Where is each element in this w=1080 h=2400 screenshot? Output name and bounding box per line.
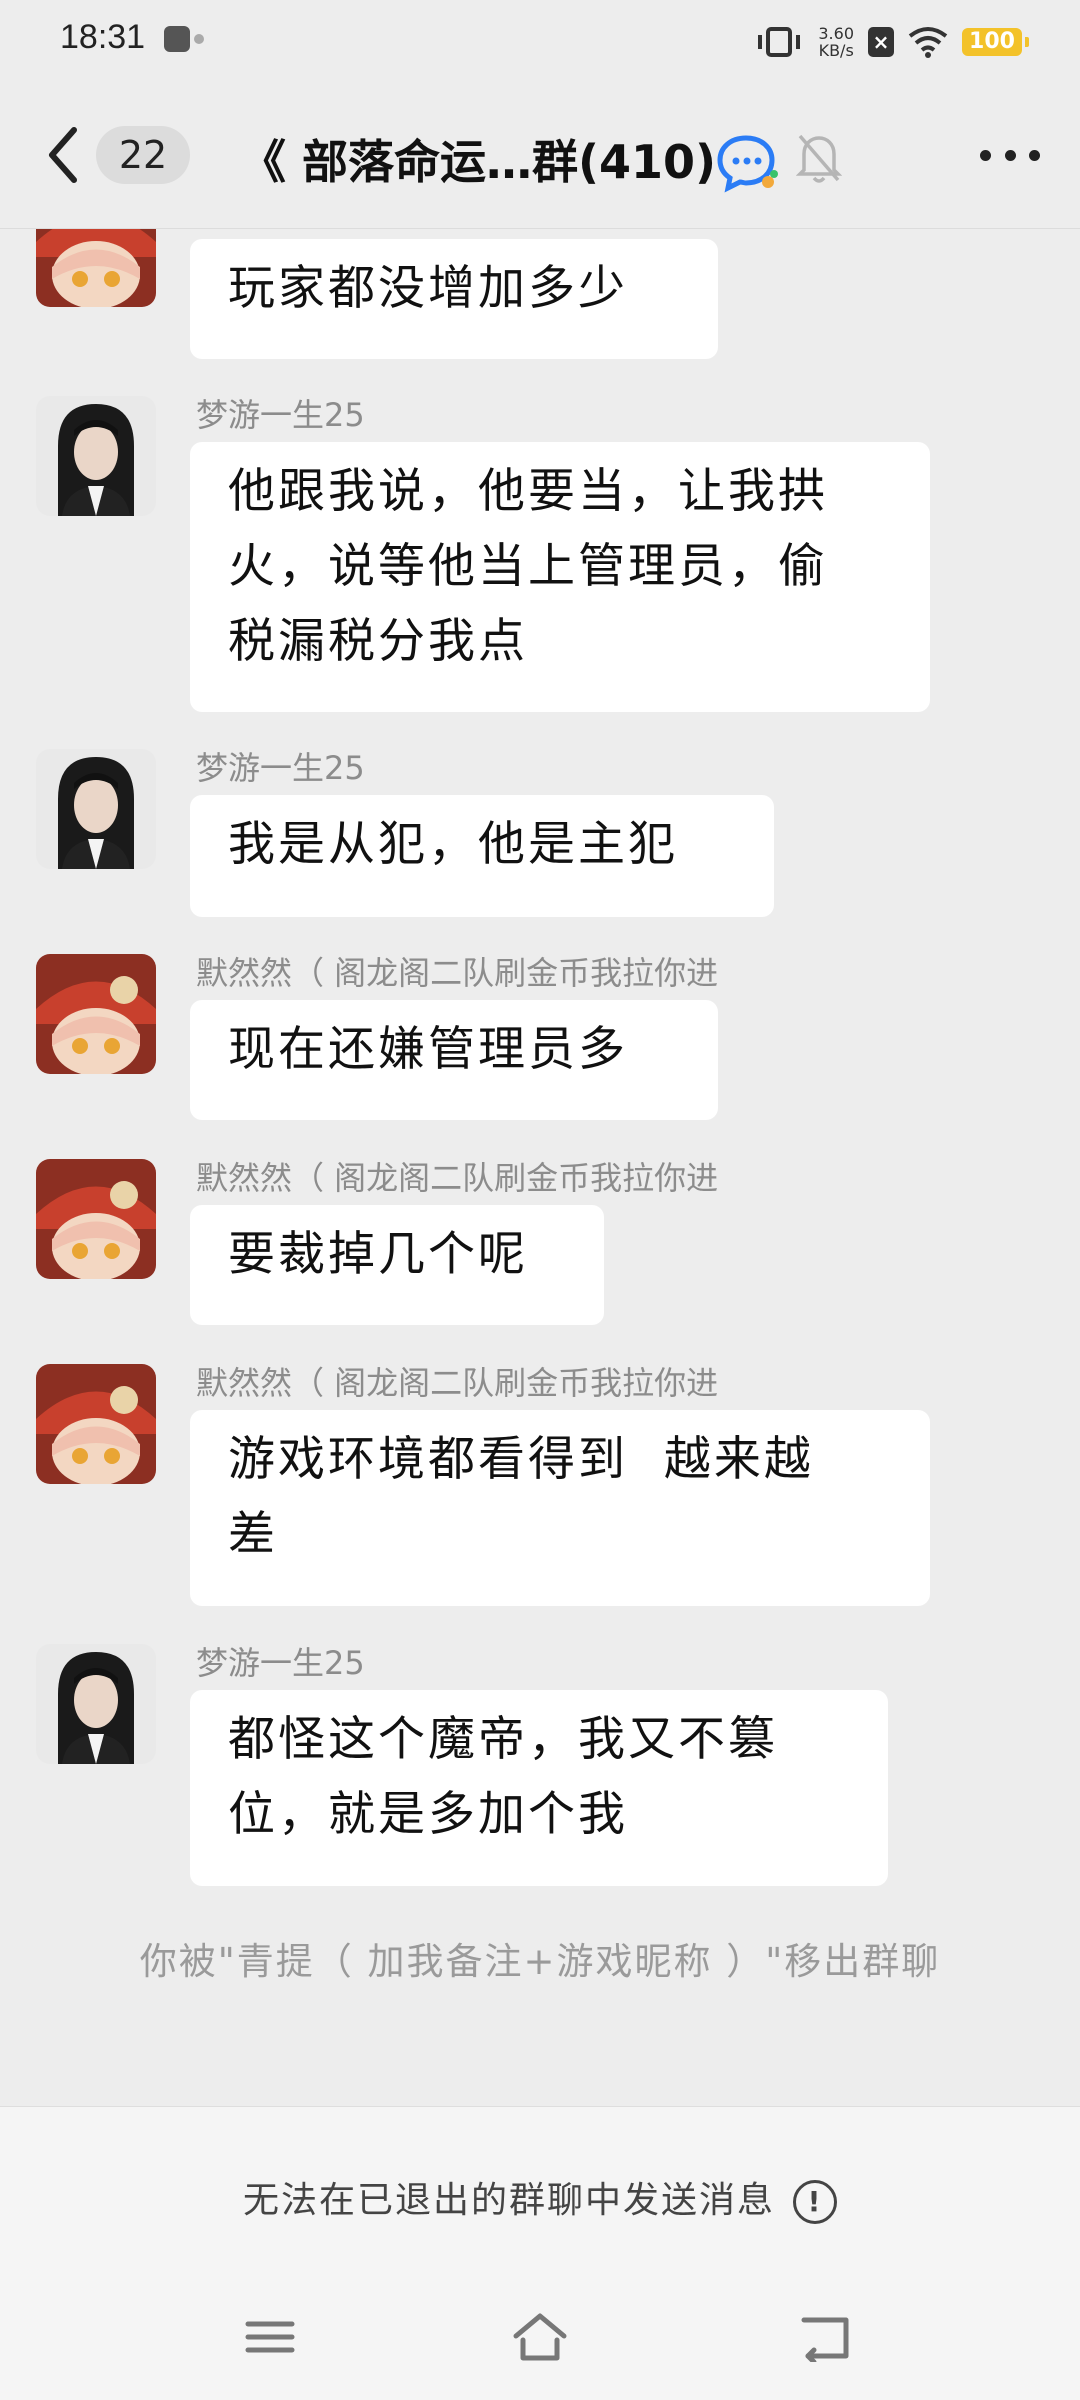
message-bubble[interactable]: 我是从犯，他是主犯 [190,795,774,917]
network-speed-value: 3.60 [818,24,854,43]
muted-bell-icon [796,134,842,183]
avatar[interactable] [36,396,156,516]
sender-name: 默然然（ 阁龙阁二队刷金币我拉你进 [196,1159,719,1197]
avatar[interactable] [36,954,156,1074]
back-icon[interactable] [40,120,90,190]
more-options-icon[interactable] [980,150,1040,164]
message-bubble[interactable]: 要裁掉几个呢 [190,1205,604,1325]
recent-apps-icon[interactable] [240,2312,300,2362]
photo-avatar-icon [36,1644,156,1764]
notice-row: 无法在已退出的群聊中发送消息! [0,2171,1080,2224]
app-notification-icon [164,26,204,52]
sender-name: 梦游一生25 [196,396,365,434]
network-speed-unit: KB/s [818,41,854,60]
input-disabled-notice: 无法在已退出的群聊中发送消息! [0,2106,1080,2273]
chat-message-list[interactable]: 玩家都没增加多少 梦游一生25 他跟我说，他要当，让我拱 火，说等他当上管理员，… [0,229,1080,2105]
sender-name: 默然然（ 阁龙阁二队刷金币我拉你进 [196,954,719,992]
status-icons: 3.60 KB/s × 100 [758,20,1029,64]
vibrate-icon [758,27,801,57]
back-nav-icon[interactable] [796,2312,856,2362]
message-bubble[interactable]: 现在还嫌管理员多 [190,1000,718,1120]
chat-header: 22 《 部落命运…群(410) [0,80,1080,229]
battery-indicator: 100 [962,28,1029,56]
chat-title[interactable]: 《 部落命运…群(410) [240,126,716,192]
home-icon[interactable] [510,2312,570,2362]
message-bubble[interactable]: 玩家都没增加多少 [190,239,718,359]
unread-count-badge[interactable]: 22 [96,126,190,184]
system-navigation-bar [0,2272,1080,2400]
avatar[interactable] [36,229,156,307]
network-speed: 3.60 KB/s [818,25,854,59]
group-chat-icon [717,135,778,193]
avatar[interactable] [36,749,156,869]
message-bubble[interactable]: 游戏环境都看得到 越来越 差 [190,1410,930,1606]
sender-name: 梦游一生25 [196,749,365,787]
status-bar: 18:31 3.60 KB/s × 100 [0,0,1080,80]
sender-name: 梦游一生25 [196,1644,365,1682]
message-bubble[interactable]: 都怪这个魔帝，我又不篡 位，就是多加个我 [190,1690,888,1886]
avatar[interactable] [36,1644,156,1764]
system-message: 你被"青提（ 加我备注+游戏昵称 ）"移出群聊 [139,1940,941,1983]
notice-text: 无法在已退出的群聊中发送消息 [242,2180,775,2221]
message-bubble[interactable]: 他跟我说，他要当，让我拱 火，说等他当上管理员，偷 税漏税分我点 [190,442,930,712]
anime-avatar-icon [36,1364,156,1484]
avatar[interactable] [36,1159,156,1279]
photo-avatar-icon [36,749,156,869]
anime-avatar-icon [36,1159,156,1279]
photo-avatar-icon [36,396,156,516]
status-time: 18:31 [60,18,146,56]
anime-avatar-icon [36,229,156,307]
sender-name: 默然然（ 阁龙阁二队刷金币我拉你进 [196,1364,719,1402]
wifi-icon [908,27,948,58]
avatar[interactable] [36,1364,156,1484]
anime-avatar-icon [36,954,156,1074]
info-icon[interactable]: ! [793,2180,837,2224]
no-sim-icon: × [868,27,894,57]
